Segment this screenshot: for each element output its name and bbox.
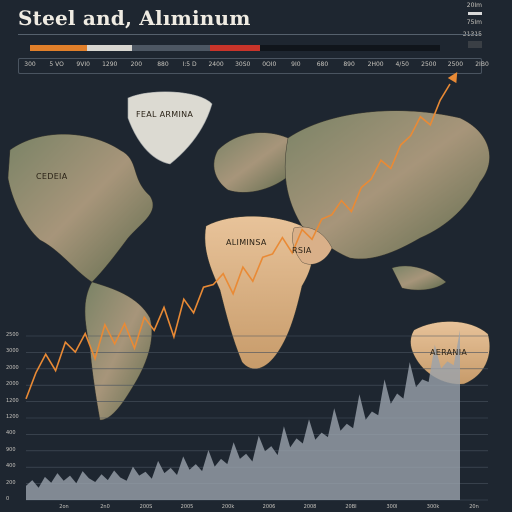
y-tick-label: 2500: [6, 332, 19, 338]
north-america-shape: [7, 134, 153, 283]
label-arabia: RSIA: [292, 246, 312, 255]
south-america-shape: [84, 281, 153, 421]
x-tick-label: 20n: [469, 504, 479, 510]
y-tick-label: 1200: [6, 397, 19, 404]
x-tick-label: 200S: [139, 504, 153, 510]
x-tick-label: 200k: [221, 504, 235, 510]
islands-shape: [391, 265, 447, 291]
y-tick-label: 200: [6, 479, 16, 486]
world-map: [7, 72, 490, 501]
y-tick-label: 400: [6, 430, 16, 437]
x-tick-label: 2005: [180, 504, 194, 510]
x-tick-label: 2on: [59, 504, 69, 510]
x-tick-label: 2006: [262, 504, 276, 510]
label-canada: CEDEIA: [36, 172, 68, 181]
x-tick-label: 300I: [386, 504, 398, 510]
x-tick-label: 2n0: [100, 504, 110, 510]
label-greenland: FEAL ARMINA: [136, 110, 194, 119]
x-tick-label: 20BI: [345, 504, 357, 510]
x-tick-label: 2008: [303, 504, 317, 510]
y-tick-label: 3000: [6, 348, 19, 355]
trend-arrow-icon: [447, 72, 458, 84]
greenland-shape: [127, 91, 213, 165]
y-tick-label: 2000: [6, 381, 19, 388]
y-tick-label: 0: [6, 496, 10, 502]
map-infographic: Steel and, Alıminum 20Im 75Im 21315 3005…: [0, 0, 512, 512]
label-australia: AERANIA: [430, 348, 468, 357]
y-tick-label: 900: [6, 446, 16, 453]
europe-shape: [213, 132, 296, 193]
y-tick-label: 2000: [6, 364, 19, 371]
y-tick-label: 1200: [6, 414, 19, 420]
x-tick-label: 300k: [426, 504, 440, 510]
label-africa: ALIMINSA: [226, 238, 267, 247]
y-tick-label: 400: [6, 463, 16, 470]
